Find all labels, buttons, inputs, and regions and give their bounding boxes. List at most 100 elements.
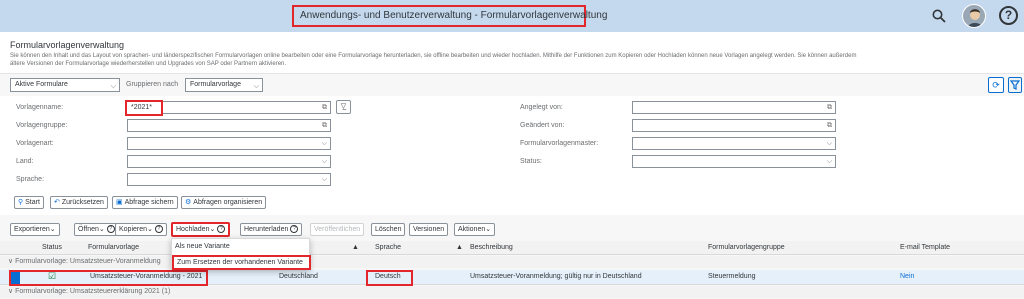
organize-icon: ⚙	[185, 199, 192, 206]
variant-row: Aktive Formulare ⌵ Gruppieren nach Formu…	[0, 74, 1024, 96]
filter-operator-icon[interactable]: ▽̲	[336, 100, 351, 114]
master-select[interactable]: ⌵	[632, 137, 836, 150]
start-label: Start	[25, 199, 40, 206]
info-icon: ?	[290, 225, 299, 234]
template-type-label: Vorlagenart:	[16, 140, 54, 147]
open-label: Öffnen	[78, 226, 99, 233]
table-group-header[interactable]: ∨ Formularvorlage: Umsatzsteuererklärung…	[0, 286, 1024, 298]
sort-icon: ▲	[352, 244, 359, 251]
chevron-down-icon: ⌵	[826, 158, 832, 165]
delete-button[interactable]: Löschen	[371, 223, 406, 236]
country-select[interactable]: ⌵	[127, 155, 331, 168]
menu-item-replace-variant[interactable]: Zum Ersetzen der vorhandenen Variante	[172, 255, 311, 270]
changed-by-label: Geändert von:	[520, 122, 565, 129]
column-description[interactable]: Beschreibung	[470, 244, 513, 251]
organize-queries-button[interactable]: ⚙ Abfragen organisieren	[181, 196, 267, 209]
chevron-down-icon: ⌵	[321, 140, 327, 147]
variant-select-value: Aktive Formulare	[15, 81, 68, 88]
help-icon[interactable]: ?	[999, 6, 1018, 25]
value-help-icon[interactable]: ⧉	[827, 102, 832, 113]
save-icon: ▣	[116, 199, 123, 206]
column-template-group[interactable]: Formularvorlagengruppe	[708, 244, 785, 251]
refresh-icon[interactable]: ⟳	[988, 77, 1004, 93]
row-group: Steuermeldung	[708, 273, 756, 280]
country-label: Land:	[16, 158, 34, 165]
created-by-input[interactable]: ⧉	[632, 101, 836, 114]
upload-label: Hochladen	[176, 226, 210, 233]
status-select[interactable]: ⌵	[632, 155, 836, 168]
value-help-icon[interactable]: ⧉	[322, 102, 327, 113]
chevron-down-icon: ⌵	[253, 83, 259, 90]
group-label: Formularvorlage: Umsatzsteuererklärung 2…	[15, 288, 171, 295]
actions-button[interactable]: Aktionen⌄	[454, 223, 496, 236]
column-email-template[interactable]: E-mail Template	[900, 244, 950, 251]
group-by-select[interactable]: Formularvorlage ⌵	[185, 78, 263, 92]
info-icon: ?	[106, 225, 115, 234]
versions-button[interactable]: Versionen	[409, 223, 449, 236]
page-description: Sie können den Inhalt und das Layout von…	[10, 52, 1020, 68]
organize-queries-label: Abfragen organisieren	[193, 199, 263, 206]
status-check-icon: ☑	[48, 271, 57, 281]
page-header: Formularvorlagenverwaltung Sie können de…	[0, 32, 1024, 74]
master-label: Formularvorlagenmaster:	[520, 140, 599, 147]
column-language[interactable]: Sprache	[375, 244, 401, 251]
row-country: Deutschland	[279, 273, 318, 280]
filter-icon[interactable]	[1008, 77, 1022, 93]
group-by-label: Gruppieren nach	[126, 81, 179, 88]
export-label: Exportieren	[14, 226, 50, 233]
sort-icon: ▲	[456, 244, 463, 251]
upload-button[interactable]: Hochladen⌄ ?	[171, 222, 231, 237]
page-description-line2: ältere Versionen der Formularvorlage wie…	[10, 61, 287, 67]
template-group-input[interactable]: ⧉	[127, 119, 331, 132]
info-icon: ?	[154, 225, 163, 234]
template-group-label: Vorlagengruppe:	[16, 122, 68, 129]
page-title: Formularvorlagenverwaltung	[10, 40, 125, 50]
variant-select[interactable]: Aktive Formulare ⌵	[10, 78, 120, 92]
template-name-field-highlight: *2021*	[125, 100, 163, 116]
value-help-icon[interactable]: ⧉	[827, 120, 832, 131]
start-button[interactable]: ⚲ Start	[14, 196, 44, 209]
menu-item-new-variant[interactable]: Als neue Variante	[172, 240, 311, 255]
table-toolbar: Exportieren⌄ Öffnen⌄ ? Kopieren⌄ ? Hochl…	[0, 222, 1024, 238]
column-status[interactable]: Status	[42, 244, 62, 251]
template-type-select[interactable]: ⌵	[127, 137, 331, 150]
chevron-down-icon: ⌵	[321, 158, 327, 165]
save-query-label: Abfrage sichern	[124, 199, 174, 206]
template-name-value: *2021*	[131, 104, 153, 111]
delete-label: Löschen	[375, 226, 402, 233]
save-query-button[interactable]: ▣ Abfrage sichern	[112, 196, 178, 209]
table-row[interactable]: ☑ Umsatzsteuer-Voranmeldung - 2021 Deuts…	[0, 270, 1024, 286]
search-icon: ⚲	[18, 199, 24, 206]
row-template: Umsatzsteuer-Voranmeldung - 2021	[90, 273, 203, 280]
reset-button[interactable]: ↶ Zurücksetzen	[50, 196, 108, 209]
language-label: Sprache:	[16, 176, 45, 183]
publish-label: Veröffentlichen	[314, 226, 361, 233]
chevron-down-icon: ⌵	[110, 83, 116, 90]
export-button[interactable]: Exportieren⌄	[10, 223, 60, 236]
search-icon[interactable]	[931, 8, 947, 24]
publish-button[interactable]: Veröffentlichen	[310, 223, 365, 236]
chevron-down-icon: ⌵	[321, 176, 327, 183]
column-template[interactable]: Formularvorlage	[88, 244, 139, 251]
actions-label: Aktionen	[458, 226, 486, 233]
row-email-link[interactable]: Nein	[900, 273, 914, 280]
info-icon: ?	[217, 225, 226, 234]
created-by-label: Angelegt von:	[520, 104, 563, 111]
chevron-down-icon: ⌵	[826, 140, 832, 147]
user-avatar[interactable]	[962, 4, 986, 28]
reset-icon: ↶	[54, 199, 60, 206]
table-group-header[interactable]: ∨ Formularvorlage: Umsatzsteuer-Voranmel…	[0, 256, 1024, 268]
filter-bar: Vorlagenname: Vorlagengruppe: Vorlagenar…	[0, 96, 1024, 215]
page-description-line1: Sie können den Inhalt und das Layout von…	[10, 53, 857, 59]
open-button[interactable]: Öffnen⌄ ?	[74, 223, 119, 236]
row-description: Umsatzsteuer-Voranmeldung; gültig nur in…	[470, 273, 642, 280]
value-help-icon[interactable]: ⧉	[322, 120, 327, 131]
versions-label: Versionen	[413, 226, 445, 233]
shell-header: Anwendungs- und Benutzerverwaltung - For…	[0, 0, 1024, 32]
changed-by-input[interactable]: ⧉	[632, 119, 836, 132]
template-name-label: Vorlagenname:	[16, 104, 64, 111]
copy-button[interactable]: Kopieren⌄ ?	[115, 223, 167, 236]
language-select[interactable]: ⌵	[127, 173, 331, 186]
group-label: Formularvorlage: Umsatzsteuer-Voranmeldu…	[15, 258, 161, 265]
download-button[interactable]: Herunterladen ?	[240, 223, 303, 236]
